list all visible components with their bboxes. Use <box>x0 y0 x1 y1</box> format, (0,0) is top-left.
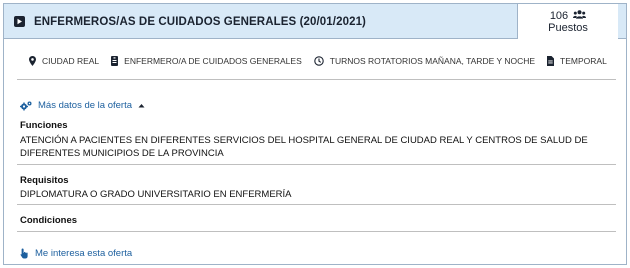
job-offer-card: ENFERMEROS/AS DE CUIDADOS GENERALES (20/… <box>3 3 627 265</box>
vacancies-box: 106 Puestos <box>517 4 618 39</box>
divider <box>17 79 616 80</box>
summary-contract-text: TEMPORAL <box>560 56 607 66</box>
divider <box>17 164 616 165</box>
id-badge-icon <box>111 56 119 66</box>
users-icon <box>573 9 587 22</box>
summary-contract: TEMPORAL <box>547 56 607 66</box>
interest-label: Me interesa esta oferta <box>35 248 133 259</box>
summary-schedule: TURNOS ROTATORIOS MAÑANA, TARDE Y NOCHE <box>314 56 535 66</box>
summary-position-text: ENFERMERO/A DE CUIDADOS GENERALES <box>124 56 302 66</box>
summary-location-text: CIUDAD REAL <box>42 56 100 66</box>
clock-icon <box>314 56 324 66</box>
offer-title-wrap: ENFERMEROS/AS DE CUIDADOS GENERALES (20/… <box>14 4 366 39</box>
vacancies-count: 106 <box>549 9 569 22</box>
caret-up-icon <box>138 103 145 108</box>
more-data-toggle[interactable]: Más datos de la oferta <box>20 100 145 111</box>
offer-header[interactable]: ENFERMEROS/AS DE CUIDADOS GENERALES (20/… <box>4 4 626 39</box>
document-icon <box>547 56 555 66</box>
functions-text: ATENCIÓN A PACIENTES EN DIFERENTES SERVI… <box>20 135 588 159</box>
more-data-label: Más datos de la oferta <box>38 100 132 111</box>
map-marker-icon <box>29 56 36 66</box>
divider <box>17 231 616 232</box>
summary-position: ENFERMERO/A DE CUIDADOS GENERALES <box>111 56 302 66</box>
summary-location: CIUDAD REAL <box>29 56 99 66</box>
cogs-icon <box>20 101 32 111</box>
requirements-title: Requisitos <box>20 175 69 186</box>
conditions-title: Condiciones <box>20 215 78 226</box>
play-icon <box>14 16 25 27</box>
vacancies-label: Puestos <box>548 21 588 34</box>
functions-title: Funciones <box>20 120 68 131</box>
summary-schedule-text: TURNOS ROTATORIOS MAÑANA, TARDE Y NOCHE <box>329 56 536 66</box>
offer-title: ENFERMEROS/AS DE CUIDADOS GENERALES (20/… <box>34 15 366 28</box>
divider <box>17 204 616 205</box>
requirements-text: DIPLOMATURA O GRADO UNIVERSITARIO EN ENF… <box>20 189 292 200</box>
hand-pointer-icon <box>20 248 29 259</box>
offer-summary: CIUDAD REAL ENFERMERO/A DE CUIDADOS GENE… <box>29 56 619 66</box>
interest-link[interactable]: Me interesa esta oferta <box>20 248 132 259</box>
